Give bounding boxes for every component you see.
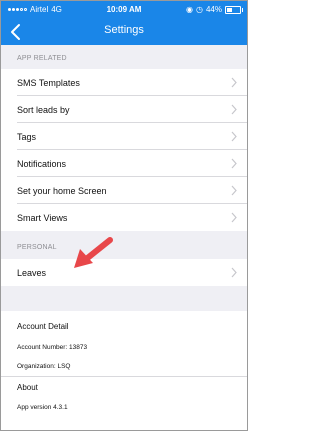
app-version: App version 4.3.1 <box>17 404 68 411</box>
row-label: Set your home Screen <box>17 186 107 196</box>
status-bar: Airtel 4G 10:09 AM ◉ ◷ 44% <box>1 1 247 19</box>
alarm-icon: ◷ <box>196 5 203 14</box>
spacer <box>1 286 247 311</box>
about-title: About <box>17 383 38 392</box>
row-smart-views[interactable]: Smart Views <box>1 204 247 231</box>
chevron-right-icon <box>231 185 237 196</box>
row-label: Notifications <box>17 159 67 169</box>
status-right: ◉ ◷ 44% <box>186 5 243 14</box>
chevron-right-icon <box>231 104 237 115</box>
chevron-right-icon <box>231 158 237 169</box>
row-sort-leads-by[interactable]: Sort leads by <box>1 96 247 123</box>
row-label: Leaves <box>17 268 47 278</box>
account-info-panel: Account Detail Account Number: 13873 Org… <box>1 311 247 430</box>
battery-icon <box>225 5 243 14</box>
section-label: APP RELATED <box>17 55 67 62</box>
account-detail-title: Account Detail <box>17 322 69 331</box>
row-leaves[interactable]: Leaves <box>1 259 247 286</box>
row-label: SMS Templates <box>17 78 80 88</box>
page-title: Settings <box>104 24 144 36</box>
row-set-home-screen[interactable]: Set your home Screen <box>1 177 247 204</box>
chevron-right-icon <box>231 131 237 142</box>
row-tags[interactable]: Tags <box>1 123 247 150</box>
section-label: PERSONAL <box>17 244 57 251</box>
organization: Organization: LSQ <box>17 363 71 370</box>
row-label: Tags <box>17 132 37 142</box>
row-label: Smart Views <box>17 213 68 223</box>
chevron-right-icon <box>231 267 237 278</box>
divider <box>1 376 247 377</box>
section-header-personal: PERSONAL <box>1 234 247 256</box>
account-number: Account Number: 13873 <box>17 344 88 351</box>
phone-screen: Airtel 4G 10:09 AM ◉ ◷ 44% Settings APP … <box>0 0 248 431</box>
row-notifications[interactable]: Notifications <box>1 150 247 177</box>
chevron-right-icon <box>231 77 237 88</box>
rotation-lock-icon: ◉ <box>186 5 193 14</box>
chevron-right-icon <box>231 212 237 223</box>
section-header-app-related: APP RELATED <box>1 45 247 67</box>
battery-percent: 44% <box>205 5 222 14</box>
row-sms-templates[interactable]: SMS Templates <box>1 69 247 96</box>
row-label: Sort leads by <box>17 105 70 115</box>
navigation-bar: Settings <box>1 19 247 45</box>
